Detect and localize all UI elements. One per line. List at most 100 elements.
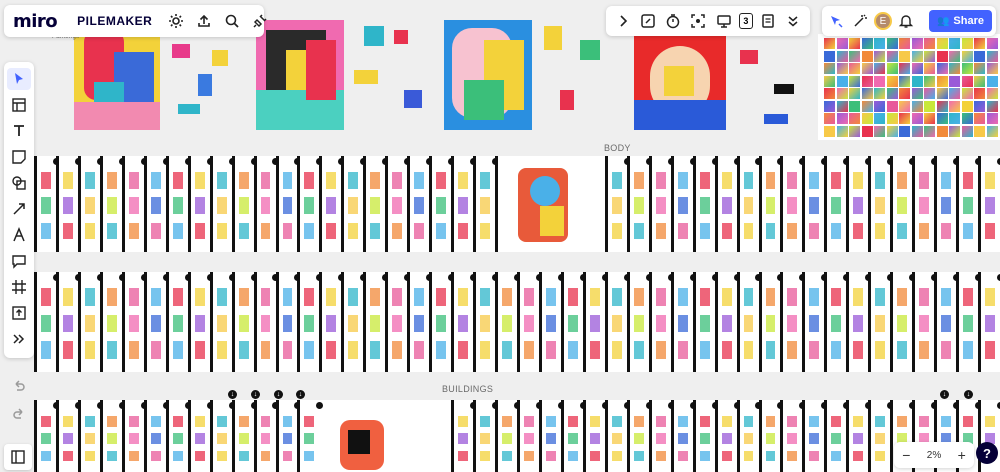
palette-swatch[interactable] [924,75,935,87]
image-card[interactable] [231,156,258,252]
text-icon[interactable] [7,120,31,142]
palette-swatch[interactable] [824,113,835,124]
image-card[interactable] [77,272,104,372]
sticky-note-icon[interactable] [7,146,31,168]
image-card[interactable] [736,156,763,252]
palette-swatch[interactable] [961,50,973,62]
palette-swatch[interactable] [836,100,848,112]
palette-swatch[interactable] [849,75,860,87]
image-card[interactable] [99,400,126,472]
palette-swatch[interactable] [949,88,960,99]
image-card[interactable] [758,272,785,372]
image-card[interactable] [253,400,280,472]
palette-swatch[interactable] [861,75,873,87]
image-card[interactable] [34,156,60,252]
image-card[interactable] [429,272,456,372]
image-card[interactable] [736,400,763,472]
image-card[interactable] [187,400,214,472]
cursor-flag-icon[interactable] [826,11,846,31]
palette-swatch[interactable] [899,113,910,124]
image-card[interactable] [582,400,609,472]
image-card[interactable] [121,400,148,472]
image-card[interactable] [275,272,302,372]
image-card[interactable] [275,400,302,472]
download-icon[interactable]: ↓ [274,390,283,399]
palette-swatch[interactable] [886,113,898,124]
timer-icon[interactable] [663,11,683,31]
palette-swatch[interactable] [899,125,910,137]
zoom-out-button[interactable]: − [902,447,910,463]
board-canvas[interactable]: Paintings BODY BUILDINGS ↓ ↓ ↓ ↓ ↓ ↓ [0,0,1000,472]
palette-swatch[interactable] [849,113,860,124]
image-card[interactable] [297,400,324,472]
image-card[interactable] [978,156,1000,252]
palette-swatch[interactable] [886,38,898,49]
image-card[interactable] [670,272,697,372]
palette-swatch[interactable] [861,100,873,112]
palette-swatch[interactable] [924,113,935,124]
image-card[interactable] [604,272,631,372]
download-icon[interactable]: ↓ [964,390,973,399]
palette-swatch[interactable] [924,88,935,99]
image-card[interactable] [780,156,807,252]
image-card[interactable] [209,272,236,372]
palette-swatch[interactable] [974,100,985,112]
palette-swatch[interactable] [836,75,848,87]
image-card[interactable] [626,272,653,372]
palette-swatch[interactable] [899,50,910,62]
more-icon[interactable] [7,328,31,350]
palette-swatch[interactable] [986,125,998,137]
palette-swatch[interactable] [936,63,948,74]
download-icon[interactable]: ↓ [251,390,260,399]
image-card[interactable] [385,272,412,372]
image-card[interactable] [560,272,587,372]
image-card[interactable] [363,156,390,252]
image-card[interactable] [297,272,324,372]
image-card[interactable] [407,156,434,252]
palette-swatch[interactable] [961,88,973,99]
download-icon[interactable]: ↓ [940,390,949,399]
image-card[interactable] [99,156,126,252]
palette-swatch[interactable] [936,50,948,62]
image-card[interactable] [473,400,500,472]
image-card[interactable] [846,272,873,372]
shapes-icon[interactable] [7,172,31,194]
palette-swatch[interactable] [849,125,860,137]
palette-swatch[interactable] [936,38,948,49]
magic-icon[interactable] [850,11,870,31]
palette-swatch[interactable] [961,75,973,87]
palette-swatch[interactable] [961,100,973,112]
image-card[interactable] [758,156,785,252]
image-card[interactable] [758,400,785,472]
frame-icon[interactable] [7,276,31,298]
palette-swatch[interactable] [911,38,923,49]
image-card[interactable] [604,156,631,252]
palette-swatch[interactable] [974,75,985,87]
share-button[interactable]: 👥 Share [928,10,992,32]
palette-swatch[interactable] [949,75,960,87]
image-card[interactable] [780,400,807,472]
image-card[interactable] [319,156,346,252]
image-card[interactable] [341,156,368,252]
upload-icon[interactable] [194,11,214,31]
palette-swatch[interactable] [974,63,985,74]
image-card[interactable] [34,400,60,472]
notes-icon[interactable] [758,11,778,31]
image-card[interactable] [956,272,983,372]
palette-swatch[interactable] [849,63,860,74]
palette-swatch[interactable] [911,50,923,62]
image-card[interactable] [670,400,697,472]
palette-swatch[interactable] [986,100,998,112]
image-card[interactable] [868,400,895,472]
palette-swatch[interactable] [824,63,835,74]
image-card[interactable] [868,272,895,372]
image-card[interactable] [670,156,697,252]
image-card[interactable] [714,156,741,252]
palette-swatch[interactable] [824,75,835,87]
palette-swatch[interactable] [861,38,873,49]
palette-swatch[interactable] [911,88,923,99]
image-card[interactable] [824,156,851,252]
palette-swatch[interactable] [986,50,998,62]
middle-row[interactable] [34,272,1000,372]
palette-swatch[interactable] [874,100,885,112]
